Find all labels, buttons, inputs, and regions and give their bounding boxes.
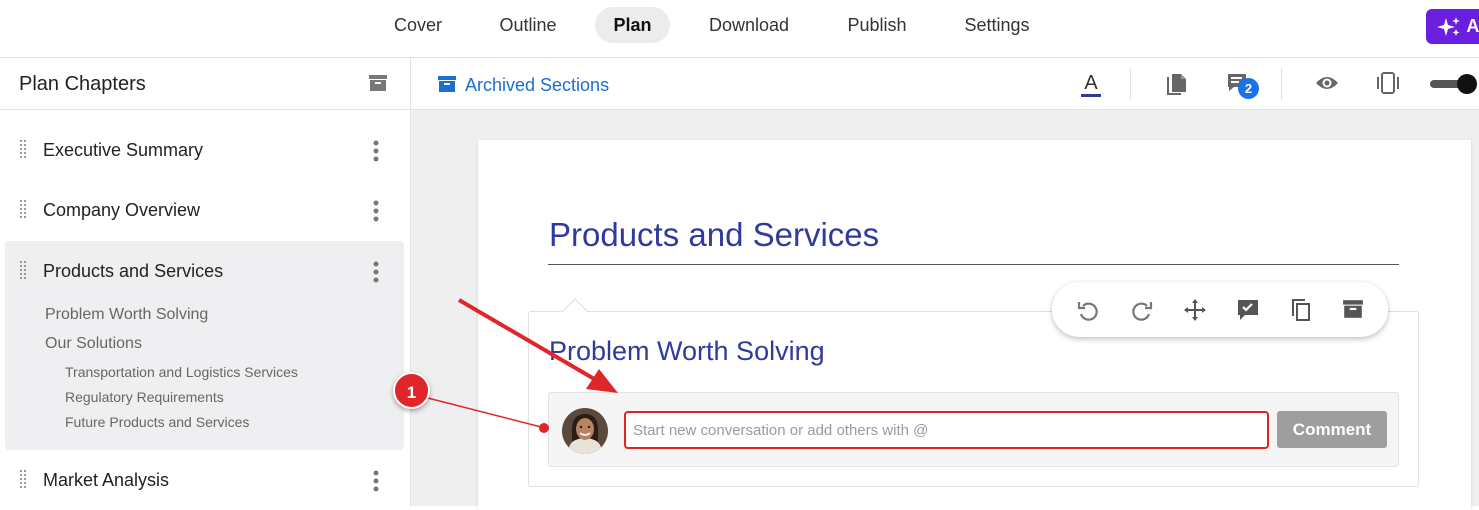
avatar (562, 408, 608, 454)
document-page: Products and Services Problem Worth Solv… (478, 140, 1471, 510)
text-color-icon[interactable]: A (1080, 71, 1102, 104)
sidebar-item-market-analysis[interactable]: Market Analysis (5, 450, 404, 510)
comments-count-badge: 2 (1238, 78, 1259, 99)
preview-eye-icon[interactable] (1315, 74, 1339, 97)
tab-publish[interactable]: Publish (835, 7, 919, 43)
sidebar-item-label: Company Overview (43, 200, 201, 220)
sidebar-item-label: Products and Services (43, 261, 224, 281)
pages-icon[interactable] (1166, 71, 1188, 100)
copy-icon[interactable] (1289, 298, 1313, 327)
sparkles-icon (1437, 17, 1460, 37)
tab-settings[interactable]: Settings (953, 7, 1041, 43)
drag-handle-icon[interactable] (20, 200, 26, 223)
editor-toolbar: Archived Sections A 2 (411, 58, 1479, 110)
undo-icon[interactable] (1076, 298, 1100, 327)
sidebar-item-executive-summary[interactable]: Executive Summary (5, 120, 404, 180)
section-link-our-solutions[interactable]: Our Solutions (45, 335, 142, 353)
comment-input[interactable] (624, 411, 1269, 449)
sidebar-item-label: Market Analysis (43, 470, 170, 490)
review-check-icon[interactable] (1236, 298, 1260, 327)
archive-section-icon[interactable] (1342, 298, 1364, 325)
sidebar-item-label: Executive Summary (43, 140, 204, 160)
redo-icon[interactable] (1130, 298, 1154, 327)
tab-plan[interactable]: Plan (595, 7, 670, 43)
toolbar-divider (1281, 68, 1282, 100)
drag-handle-icon[interactable] (20, 470, 26, 493)
mobile-view-icon[interactable] (1375, 71, 1401, 100)
archived-sections-link[interactable]: Archived Sections (437, 74, 609, 96)
move-icon[interactable] (1183, 298, 1207, 327)
more-vertical-icon[interactable] (373, 200, 379, 227)
drag-handle-icon[interactable] (20, 261, 26, 284)
drag-handle-icon[interactable] (20, 140, 26, 163)
ai-assist-button[interactable]: A (1426, 9, 1479, 44)
tab-cover[interactable]: Cover (384, 7, 452, 43)
subsection-link-regulatory[interactable]: Regulatory Requirements (65, 389, 224, 405)
archive-icon[interactable] (368, 73, 388, 98)
archive-icon (438, 76, 456, 92)
subsection-link-future-products[interactable]: Future Products and Services (65, 414, 249, 430)
ai-button-label: A (1466, 16, 1479, 36)
sidebar-item-products-and-services[interactable]: Products and Services Problem Worth Solv… (5, 241, 404, 450)
section-floating-toolbar (1052, 282, 1388, 337)
sidebar-item-company-overview[interactable]: Company Overview (5, 180, 404, 240)
heading-divider (548, 264, 1399, 265)
more-vertical-icon[interactable] (373, 261, 379, 288)
svg-text:A: A (1084, 72, 1098, 94)
toggle-switch[interactable] (1428, 73, 1479, 95)
tab-download[interactable]: Download (698, 7, 800, 43)
more-vertical-icon[interactable] (373, 470, 379, 497)
editor-canvas: Products and Services Problem Worth Solv… (411, 110, 1479, 510)
plan-chapters-sidebar: Plan Chapters Executive Summary Company … (0, 58, 411, 506)
top-navigation: Cover Outline Plan Download Publish Sett… (0, 0, 1479, 58)
sidebar-header: Plan Chapters (0, 58, 410, 110)
more-vertical-icon[interactable] (373, 140, 379, 167)
chapter-heading[interactable]: Products and Services (549, 216, 879, 254)
comment-composer: Comment (548, 392, 1399, 467)
section-link-problem-worth-solving[interactable]: Problem Worth Solving (45, 306, 208, 324)
step-number-badge: 1 (393, 372, 430, 409)
comment-button[interactable]: Comment (1277, 411, 1387, 448)
archived-sections-label: Archived Sections (465, 75, 610, 95)
toolbar-divider (1130, 68, 1131, 100)
subsection-link-transportation[interactable]: Transportation and Logistics Services (65, 364, 298, 380)
tab-outline[interactable]: Outline (488, 7, 568, 43)
section-heading[interactable]: Problem Worth Solving (549, 336, 825, 367)
sidebar-title: Plan Chapters (19, 73, 146, 95)
